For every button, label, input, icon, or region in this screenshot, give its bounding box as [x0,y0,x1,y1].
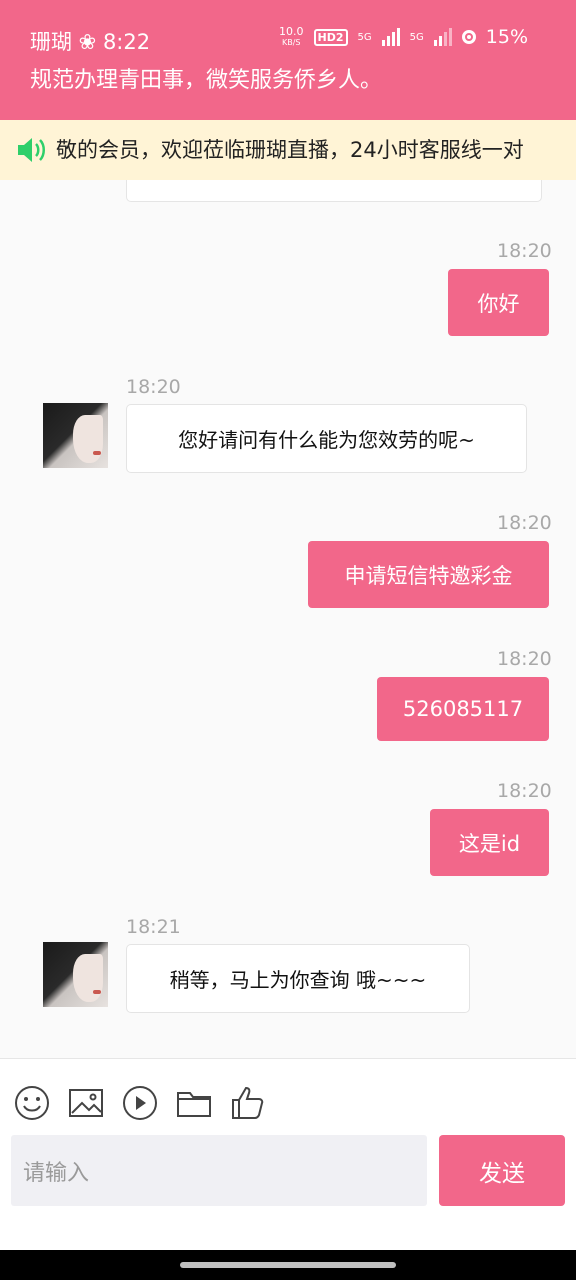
signal-label-2: 5G [409,31,424,43]
network-speed: 10.0 KB/S [279,25,304,47]
thumbs-up-icon[interactable] [230,1085,266,1121]
message-input[interactable]: 请输入 [11,1135,427,1206]
received-message-bubble[interactable]: 稍等，马上为你查询 哦~~~ [126,944,470,1013]
received-message-bubble[interactable]: 您好请问有什么能为您效劳的呢~ [126,404,527,473]
agent-avatar[interactable] [43,942,108,1007]
chat-message-list[interactable]: 18:20 你好 18:20 您好请问有什么能为您效劳的呢~ 18:20 申请短… [0,180,576,1058]
app-header: 珊瑚 ❀ 8:22 10.0 KB/S HD2 5G 5G 15% 规范办理青田… [0,0,576,120]
agent-avatar[interactable] [43,403,108,468]
message-time: 18:20 [126,376,181,398]
sent-message-bubble[interactable]: 526085117 [377,677,549,741]
notice-banner[interactable]: 敬的会员，欢迎莅临珊瑚直播，24小时客服线一对 [0,120,576,180]
system-navigation-bar [0,1250,576,1280]
signal-bars-icon-2 [433,28,452,46]
message-time: 18:21 [126,916,181,938]
sent-message-bubble[interactable]: 你好 [448,269,549,336]
battery-percent: 15% [485,26,528,48]
message-time: 18:20 [497,240,552,262]
message-time: 18:20 [497,780,552,802]
smiley-icon[interactable] [14,1085,50,1121]
sent-message-bubble[interactable]: 申请短信特邀彩金 [308,541,549,608]
chat-toolbar: 请输入 发送 [0,1058,576,1250]
notice-marquee-text: 敬的会员，欢迎莅临珊瑚直播，24小时客服线一对 [56,138,524,162]
image-icon[interactable] [68,1085,104,1121]
previous-message-bubble [126,180,542,202]
status-icons: 10.0 KB/S HD2 5G 5G 15% [279,26,528,48]
message-time: 18:20 [497,648,552,670]
battery-saver-icon [461,30,476,44]
message-time: 18:20 [497,512,552,534]
page-title: 规范办理青田事，微笑服务侨乡人。 [30,68,383,93]
folder-icon[interactable] [176,1085,212,1121]
hd-badge: HD2 [313,28,348,46]
status-carrier-time: 珊瑚 ❀ 8:22 [30,30,151,54]
speaker-icon [18,138,45,162]
send-button[interactable]: 发送 [439,1135,565,1206]
video-icon[interactable] [122,1085,158,1121]
signal-label-1: 5G [357,31,372,43]
home-indicator[interactable] [180,1262,396,1268]
sent-message-bubble[interactable]: 这是id [430,809,549,876]
signal-bars-icon [381,28,400,46]
